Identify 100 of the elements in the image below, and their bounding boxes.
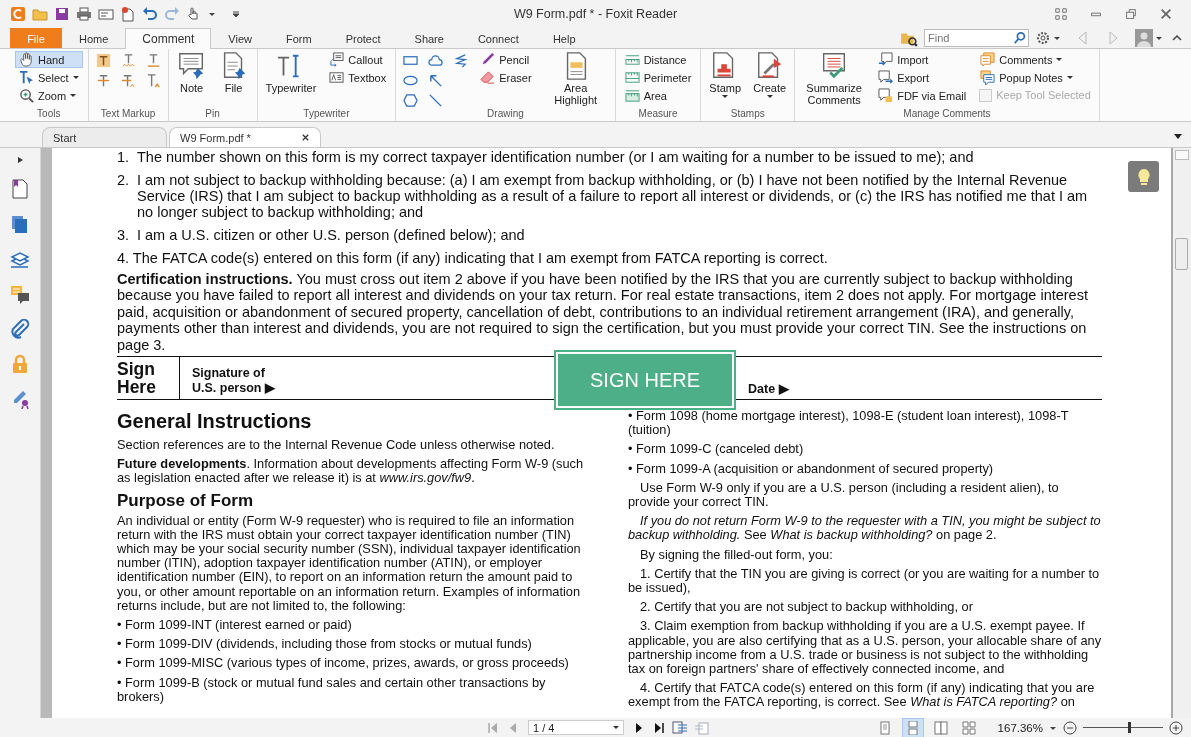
ribbon-button[interactable]: Zoom	[15, 87, 83, 104]
highlight-icon[interactable]	[95, 53, 111, 68]
bullet-item: • Form 1099-C (canceled debt)	[628, 442, 805, 457]
previous-view-icon[interactable]	[672, 719, 688, 736]
certification-text: Certification instructions. You must cross out item 2 above if you have been notified by the IRS that you are currently subject to backup withholding because you have failed to report all interest and dividends on your tax return. For real estate transactions, item 2 does not apply. For mortgage interest paid, acquisition or abandonment of secured property, cancellation of debt, contributions to an individual retirement arrangement (IRA), and generally, payments other than interest and dividends, you are not required to sign the certification, but you must provide your correct TIN. See the instructions on page 3.	[117, 271, 1089, 354]
signature-label: Signature of U.S. person ▶	[191, 366, 276, 398]
zoom-in-icon[interactable]	[1169, 720, 1183, 735]
ribbon-button[interactable]: Area Highlight	[541, 51, 610, 106]
import-icon	[878, 52, 894, 67]
paragraph: If you do not return Form W-9 to the requester with a TIN, you might be subject to backup withholding. See What is backup withholding? on page 2.	[628, 514, 1102, 543]
checkbox-label: Keep Tool Selected	[996, 89, 1091, 101]
customize-icon[interactable]	[232, 10, 240, 18]
paragraph: An individual or entity (Form W-9 requester) who is required to file an information return with the IRS must obtain your correct taxpayer identification number (TIN) which may be your social security number (SSN), individual taxpayer identification number (ITIN), adoption taxpayer identification number (ATIN), or employer identification number (EIN), to report on an information return the amount paid to you, or other amount reportable on an information return. Examples of information returns include, but are not limited to, the following:	[117, 513, 582, 614]
ribbon-button[interactable]: Summarize Comments	[800, 51, 869, 106]
scanner-icon[interactable]	[98, 6, 114, 22]
ribbon-button[interactable]: Comments	[976, 51, 1094, 68]
statement-text: 2. I am not subject to backup withholding because: (a) I am exempt from backup withholding, or (b) I have not been notified by the Internal Revenue Service (IRS) that I am subject to backup withholding as a result of a failure to report all interest or dividends, or (c) the IRS has notified me that I am no longer subject to backup withholding; and	[117, 172, 1089, 220]
ribbon-button[interactable]: Import	[874, 51, 971, 68]
ribbon-tab[interactable]: Home	[62, 28, 126, 48]
ribbon-tab[interactable]: Connect	[460, 28, 536, 48]
scrollbar[interactable]	[1171, 148, 1191, 718]
cloud-icon[interactable]	[428, 53, 444, 68]
tip-button[interactable]	[1128, 161, 1159, 192]
zoom-slider-thumb[interactable]	[1127, 722, 1131, 733]
rectangle-icon[interactable]	[403, 53, 419, 68]
ribbon-tab[interactable]: Form	[269, 28, 329, 48]
distance-ruler-icon	[624, 52, 640, 67]
ellipse-icon[interactable]	[403, 73, 419, 88]
ribbon-tab[interactable]: Share	[397, 28, 461, 48]
ribbon-button[interactable]: File	[215, 51, 252, 94]
bullet-item: • Form 1098 (home mortgage interest), 1098-E (student loan interest), 1098-T (tuition)	[628, 409, 1070, 438]
paragraph: Future developments. Information about developments affecting Form W-9 (such as legislation enacted after we release it) is at www.irs.gov/fw9.	[117, 457, 585, 486]
print-icon[interactable]	[76, 6, 92, 22]
group-label: Pin	[204, 108, 221, 121]
ribbon-button[interactable]: Create	[750, 51, 790, 98]
paragraph: Use Form W-9 only if you are a U.S. person (including a resident alien), to provide your correct TIN.	[628, 480, 1060, 510]
squiggly-underline-icon[interactable]	[120, 53, 136, 68]
save-icon[interactable]	[54, 6, 70, 22]
ribbon-tab[interactable]: View	[211, 28, 269, 48]
close-icon[interactable]	[301, 133, 310, 142]
ribbon-button[interactable]: Textbox	[325, 69, 391, 86]
ribbon-button[interactable]: Select	[15, 69, 83, 86]
ribbon-button[interactable]: Hand	[15, 51, 83, 68]
ribbon-button[interactable]: Export	[874, 69, 971, 86]
ribbon-button[interactable]: Area	[620, 87, 696, 104]
settings-icon[interactable]	[1035, 30, 1051, 46]
restore-icon[interactable]	[1124, 7, 1138, 21]
arrow-icon[interactable]	[428, 73, 444, 88]
ribbon-tab[interactable]: Help	[535, 28, 593, 48]
insert-text-icon[interactable]	[145, 73, 161, 88]
zoom-level[interactable]: 167.36%	[997, 721, 1043, 734]
underline-icon[interactable]	[145, 53, 161, 68]
ribbon-button[interactable]: Perimeter	[620, 69, 696, 86]
new-document-icon[interactable]	[120, 6, 136, 22]
pages-icon[interactable]	[10, 214, 30, 234]
ribbon-button[interactable]: Callout	[325, 51, 391, 68]
ribbon-button[interactable]: Popup Notes	[976, 69, 1094, 86]
statement-text: 1. The number shown on this form is my correct taxpayer identification number (or I am waiting for a number to be issued to me); and	[117, 149, 975, 165]
statement-text: 3. I am a U.S. citizen or other U.S. person (defined below); and	[117, 227, 526, 243]
ribbon-button[interactable]: Note	[173, 51, 210, 94]
ribbon-tab[interactable]: Protect	[328, 28, 398, 48]
layers-icon[interactable]	[10, 249, 30, 269]
page-number-field[interactable]: 1 / 4	[528, 720, 624, 735]
line-icon[interactable]	[428, 93, 444, 108]
last-page-icon[interactable]	[652, 720, 666, 735]
dropdown-arrow-icon[interactable]	[1173, 131, 1183, 141]
expand-arrow-icon[interactable]	[16, 156, 24, 164]
bookmark-icon[interactable]	[10, 179, 30, 199]
caret-icon[interactable]	[208, 10, 216, 18]
pencil-icon	[480, 52, 496, 67]
app-logo-icon[interactable]	[10, 6, 26, 22]
caret-icon[interactable]	[1155, 34, 1163, 42]
hand-icon	[19, 52, 34, 67]
undo-icon[interactable]	[142, 6, 158, 22]
zoom-out-icon[interactable]	[1063, 720, 1077, 735]
caret-icon[interactable]	[1053, 34, 1061, 42]
hexagon-icon[interactable]	[403, 93, 419, 108]
find-field[interactable]: Find	[924, 29, 1029, 47]
document-tab[interactable]: Start	[42, 127, 167, 147]
fullscreen-icon[interactable]	[1054, 7, 1068, 21]
ribbon-tab[interactable]: Comment	[125, 28, 212, 49]
bullet-item: • Form 1099-MISC (various types of income, prizes, awards, or gross proceeds)	[117, 656, 570, 671]
paperclip-icon[interactable]	[10, 319, 30, 339]
export-icon	[878, 70, 894, 85]
replace-text-icon[interactable]	[120, 73, 136, 88]
paragraph: Section references are to the Internal Revenue Code unless otherwise noted.	[117, 438, 556, 453]
group-label: Tools	[36, 108, 62, 121]
comments-icon[interactable]	[10, 284, 30, 304]
ribbon-button[interactable]: Distance	[620, 51, 696, 68]
search-icon[interactable]	[1013, 31, 1027, 45]
ribbon-button[interactable]: FDF via Email	[874, 87, 971, 104]
paragraph: 1. Certify that the TIN you are giving is correct (or you are waiting for a number to be issued),	[628, 566, 1101, 596]
strikeout-icon[interactable]	[95, 73, 111, 88]
section-heading: Purpose of Form	[117, 490, 254, 511]
ribbon-button[interactable]: Pencil	[476, 51, 536, 68]
ribbon-button[interactable]: Stamp	[706, 51, 745, 98]
polyline-icon[interactable]	[453, 53, 469, 68]
ribbon-button[interactable]: Typewriter	[262, 51, 320, 94]
document-tab[interactable]: W9 Form.pdf *	[169, 127, 321, 147]
ribbon-button[interactable]: Eraser	[476, 69, 536, 86]
